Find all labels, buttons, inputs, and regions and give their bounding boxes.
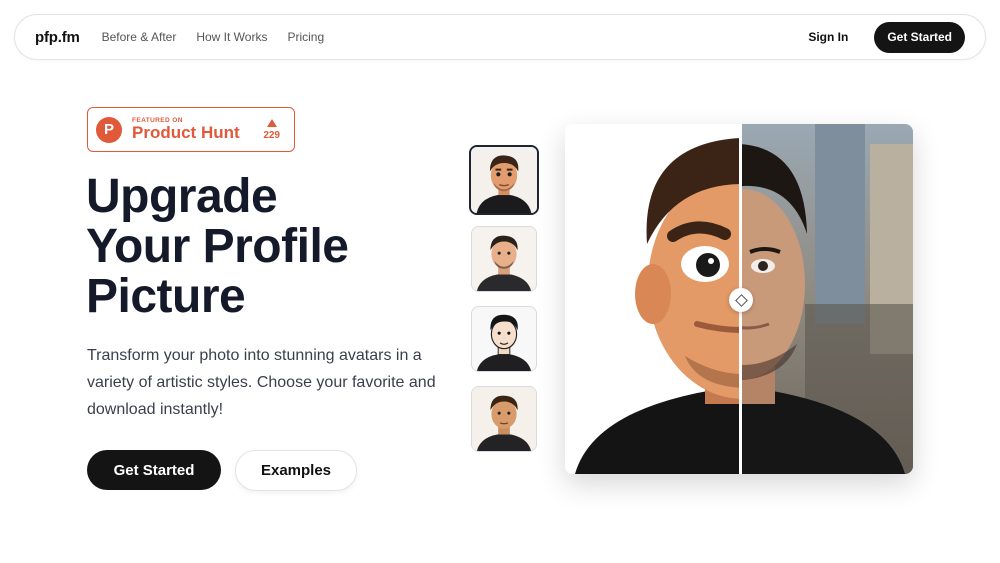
headline-line-3: Picture	[86, 270, 246, 323]
nav-link-how-it-works[interactable]: How It Works	[196, 30, 267, 44]
top-navbar: pfp.fm Before & After How It Works Prici…	[14, 14, 986, 60]
nav-link-before-after[interactable]: Before & After	[102, 30, 177, 44]
product-hunt-badge[interactable]: P FEATURED ON Product Hunt 229	[87, 107, 295, 152]
before-after-comparison[interactable]	[565, 124, 913, 474]
avatar-illustrated-image	[472, 387, 536, 451]
avatar-flat-illustration-image	[472, 227, 536, 291]
upvote-count: 229	[263, 129, 280, 141]
hero-subtext: Transform your photo into stunning avata…	[87, 347, 436, 418]
upvote-counter: 229	[263, 118, 280, 141]
style-thumbnail-flat-illustration[interactable]	[471, 226, 537, 292]
badge-product-hunt-label: Product Hunt	[132, 123, 240, 142]
comparison-slider-handle[interactable]	[729, 288, 753, 312]
style-thumbnail-line-art[interactable]	[471, 306, 537, 372]
sign-in-link[interactable]: Sign In	[808, 30, 848, 44]
nav-get-started-button[interactable]: Get Started	[874, 21, 965, 53]
hero-get-started-button[interactable]: Get Started	[87, 450, 221, 490]
hero-examples-button[interactable]: Examples	[235, 450, 357, 491]
headline-line-2: Your Profile	[86, 220, 349, 273]
style-thumbnail-illustrated[interactable]	[471, 386, 537, 452]
upvote-arrow-icon	[266, 118, 277, 127]
avatar-3d-cartoon-image	[471, 147, 537, 213]
product-hunt-text: FEATURED ON Product Hunt	[132, 117, 240, 142]
hero-headline: Upgrade Your Profile Picture	[86, 172, 426, 322]
style-thumbnail-3d-cartoon[interactable]	[469, 145, 539, 215]
avatar-line-art-image	[472, 307, 536, 371]
nav-links: Before & After How It Works Pricing	[102, 30, 325, 44]
headline-line-1: Upgrade	[86, 170, 278, 223]
product-hunt-logo-icon: P	[96, 116, 122, 143]
logo[interactable]: pfp.fm	[35, 29, 80, 46]
nav-actions: Sign In Get Started	[808, 21, 965, 53]
nav-link-pricing[interactable]: Pricing	[287, 30, 324, 44]
slider-diamond-icon	[734, 293, 748, 307]
